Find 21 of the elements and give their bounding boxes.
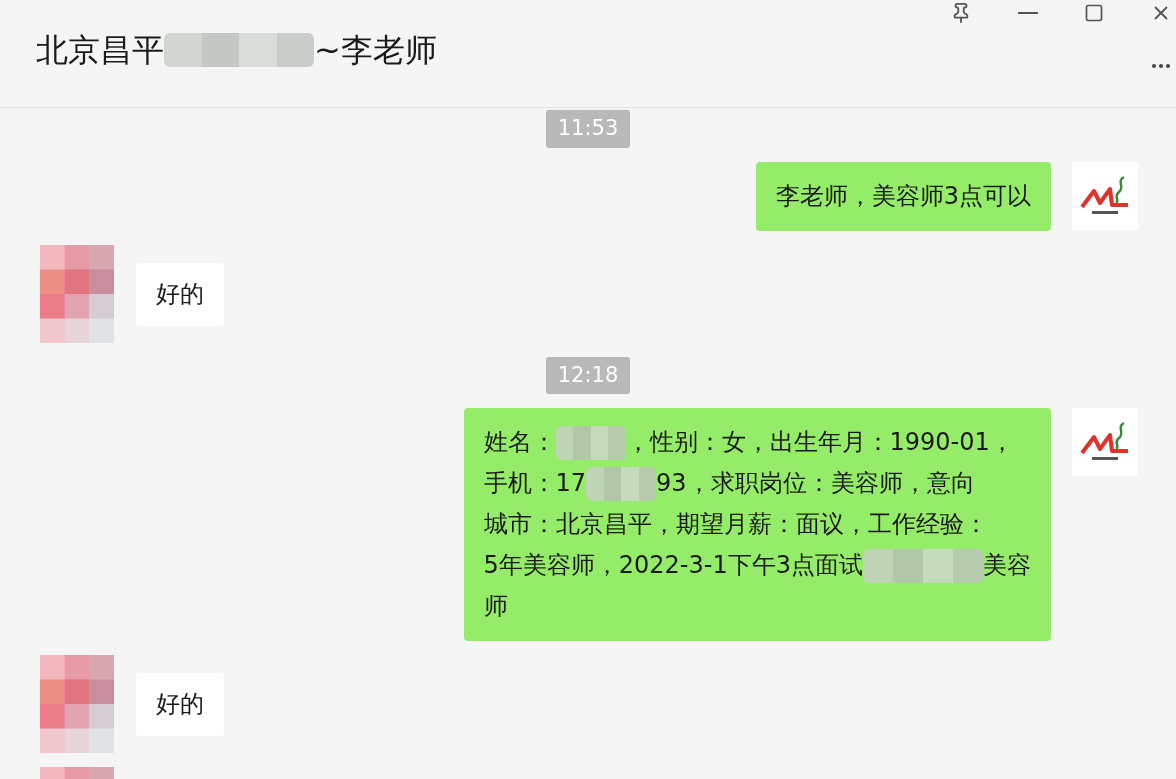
message-text: 手机：17	[483, 468, 587, 499]
message-text: 93，求职岗位：美容师，意向	[656, 468, 975, 499]
message-text: 城市：北京昌平，期望月薪：面议，工作经验：	[483, 509, 988, 540]
message-text: 好的	[156, 278, 204, 310]
message-text: 师	[483, 591, 508, 622]
message-text: 好的	[156, 689, 204, 720]
timestamp: 12:18	[545, 356, 631, 394]
more-icon	[1152, 64, 1170, 68]
more-button[interactable]	[1152, 64, 1170, 68]
window-title: ~李老师	[314, 30, 437, 71]
redaction-blur	[555, 425, 626, 460]
message-text: 美容	[983, 550, 1031, 581]
redaction-blur	[586, 466, 657, 501]
minimize-icon	[1018, 12, 1038, 14]
message-text: 李老师，美容师3点可以	[775, 180, 1031, 212]
message-text: 姓名：	[483, 427, 556, 458]
timestamp: 11:53	[545, 110, 631, 148]
window-title: 北京昌平	[36, 30, 164, 71]
maximize-icon	[1084, 3, 1104, 23]
message-text: 5年美容师，2022-3-1下午3点面试	[483, 550, 863, 581]
message-text: ，性别：女，出生年月：1990-01，	[625, 427, 1014, 458]
